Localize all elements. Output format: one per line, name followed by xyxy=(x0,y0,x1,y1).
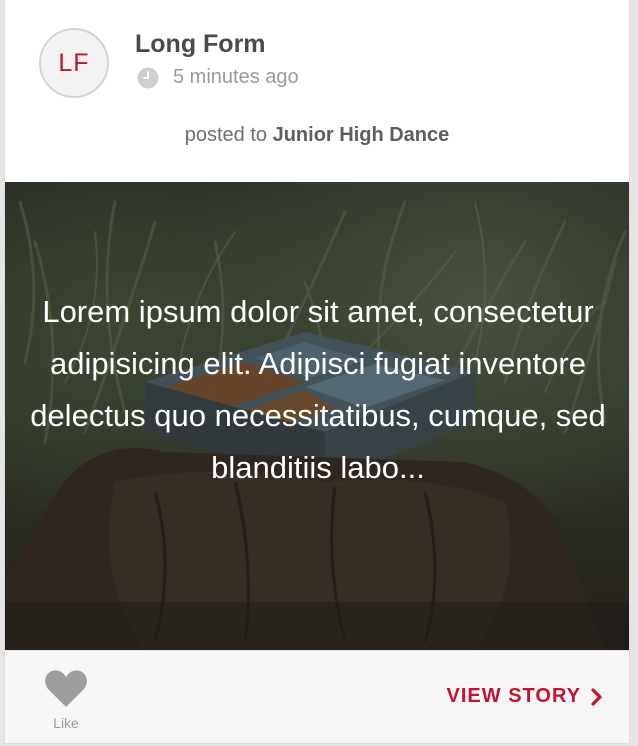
story-media[interactable]: Lorem ipsum dolor sit amet, consectetur … xyxy=(5,182,629,650)
view-story-button[interactable]: VIEW STORY xyxy=(447,685,603,708)
view-story-label: VIEW STORY xyxy=(446,685,581,707)
like-label: Like xyxy=(53,715,79,731)
heart-icon xyxy=(45,670,87,707)
avatar-initials: LF xyxy=(58,48,90,77)
chevron-right-icon xyxy=(591,687,602,706)
post-card: LF Long Form 5 minutes ago posted to Jun… xyxy=(4,0,630,744)
posted-to-line: posted to Junior High Dance xyxy=(5,124,629,147)
author-name[interactable]: Long Form xyxy=(135,30,266,59)
timestamp-row: 5 minutes ago xyxy=(137,66,299,89)
timestamp: 5 minutes ago xyxy=(173,66,299,88)
clock-icon xyxy=(137,67,159,88)
avatar[interactable]: LF xyxy=(39,28,109,98)
story-excerpt: Lorem ipsum dolor sit amet, consectetur … xyxy=(30,294,606,485)
group-link[interactable]: Junior High Dance xyxy=(273,124,450,146)
posted-to-prefix: posted to xyxy=(184,124,268,146)
like-button[interactable]: Like xyxy=(43,669,89,731)
card-footer: Like VIEW STORY xyxy=(5,650,629,743)
